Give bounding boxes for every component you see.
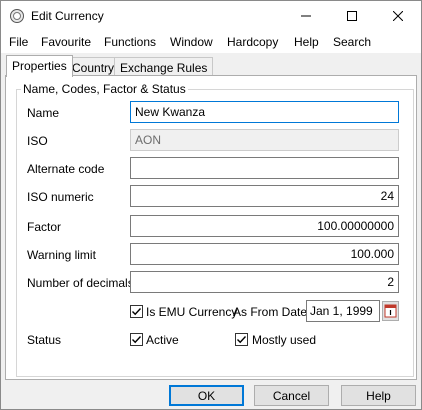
mostly-used-checkbox[interactable]: [235, 333, 248, 346]
name-label: Name: [27, 106, 60, 120]
calendar-icon: [384, 304, 397, 318]
emu-checkbox[interactable]: [130, 305, 143, 318]
as-from-date-input[interactable]: Jan 1, 1999: [306, 300, 380, 322]
iso-numeric-input[interactable]: 24: [130, 185, 399, 207]
cancel-button[interactable]: Cancel: [254, 385, 329, 406]
ok-button[interactable]: OK: [169, 385, 244, 406]
minimize-icon: [301, 15, 311, 17]
maximize-icon: [347, 11, 357, 21]
group-title: Name, Codes, Factor & Status: [21, 82, 188, 96]
iso-numeric-label: ISO numeric: [27, 190, 94, 204]
name-input[interactable]: New Kwanza: [130, 101, 399, 123]
edit-currency-window: Edit Currency File Favourite Functions W…: [0, 0, 422, 410]
as-from-date-label: As From Date: [233, 305, 308, 319]
menu-bar: File Favourite Functions Window Hardcopy…: [1, 31, 421, 53]
menu-favourite[interactable]: Favourite: [41, 35, 91, 49]
help-button[interactable]: Help: [341, 385, 416, 406]
iso-input: AON: [130, 129, 399, 151]
menu-help[interactable]: Help: [294, 35, 319, 49]
tab-country[interactable]: Country: [66, 57, 121, 76]
menu-search[interactable]: Search: [333, 35, 371, 49]
minimize-button[interactable]: [283, 1, 329, 31]
active-checkbox[interactable]: [130, 333, 143, 346]
calendar-button[interactable]: [382, 301, 399, 321]
decimals-label: Number of decimals: [27, 276, 134, 290]
tab-properties[interactable]: Properties: [6, 55, 73, 77]
warning-limit-label: Warning limit: [27, 248, 96, 262]
alternate-code-input[interactable]: [130, 157, 399, 179]
factor-input[interactable]: 100.00000000: [130, 215, 399, 237]
status-label: Status: [27, 333, 62, 347]
checkmark-icon: [132, 336, 142, 344]
currency-app-icon: [9, 8, 25, 24]
checkmark-icon: [237, 336, 247, 344]
warning-limit-input[interactable]: 100.000: [130, 243, 399, 265]
close-icon: [393, 11, 403, 21]
mostly-used-label: Mostly used: [252, 333, 317, 347]
menu-file[interactable]: File: [9, 35, 28, 49]
alternate-code-label: Alternate code: [27, 162, 105, 176]
menu-hardcopy[interactable]: Hardcopy: [227, 35, 278, 49]
title-bar[interactable]: Edit Currency: [1, 1, 421, 31]
menu-window[interactable]: Window: [170, 35, 213, 49]
maximize-button[interactable]: [329, 1, 375, 31]
tab-exchange-rules[interactable]: Exchange Rules: [114, 57, 214, 76]
menu-functions[interactable]: Functions: [104, 35, 156, 49]
emu-label: Is EMU Currency: [146, 305, 238, 319]
decimals-input[interactable]: 2: [130, 271, 399, 293]
checkmark-icon: [132, 308, 142, 316]
factor-label: Factor: [27, 220, 62, 234]
window-title: Edit Currency: [31, 9, 104, 23]
iso-label: ISO: [27, 134, 48, 148]
active-label: Active: [146, 333, 179, 347]
close-button[interactable]: [375, 1, 421, 31]
